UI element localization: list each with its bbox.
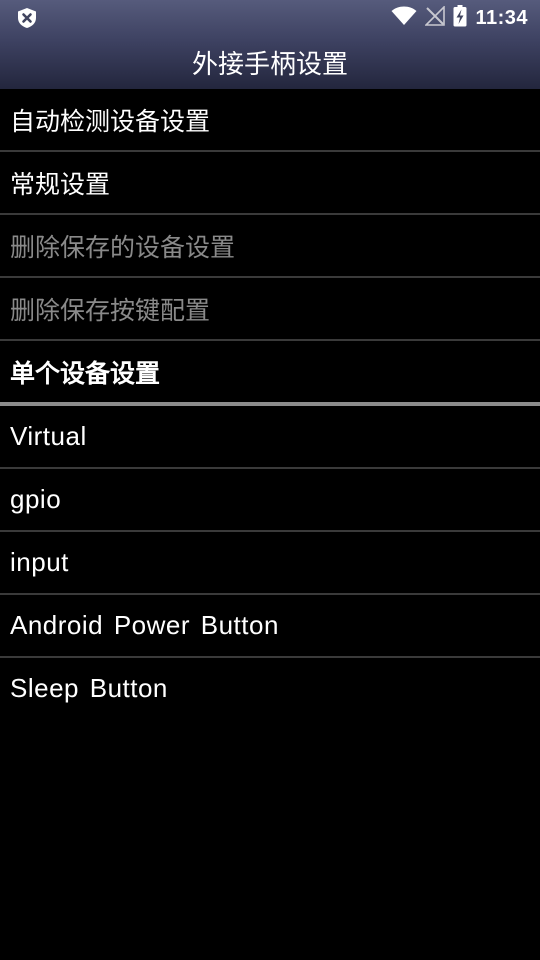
setting-label: 自动检测设备设置 <box>10 106 211 136</box>
setting-label: 删除保存按键配置 <box>10 295 211 325</box>
device-label: Virtual <box>10 421 87 451</box>
device-label: gpio <box>10 484 62 514</box>
status-bar: 11:34 <box>0 0 540 36</box>
setting-label: 删除保存的设备设置 <box>10 232 236 262</box>
wifi-icon <box>391 6 417 30</box>
shield-x-icon <box>16 7 38 29</box>
settings-list: 自动检测设备设置 常规设置 删除保存的设备设置 删除保存按键配置 单个设备设置 … <box>0 89 540 719</box>
device-item-android-power-button[interactable]: Android Power Button <box>0 595 540 658</box>
screen: 11:34 外接手柄设置 自动检测设备设置 常规设置 删除保存的设备设置 删除保… <box>0 0 540 960</box>
device-item-gpio[interactable]: gpio <box>0 469 540 532</box>
status-time: 11:34 <box>475 6 528 29</box>
app-header: 11:34 外接手柄设置 <box>0 0 540 89</box>
setting-delete-saved-device: 删除保存的设备设置 <box>0 215 540 278</box>
device-label: input <box>10 547 69 577</box>
device-item-sleep-button[interactable]: Sleep Button <box>0 658 540 719</box>
setting-label: 常规设置 <box>10 169 111 199</box>
battery-charging-icon <box>453 5 467 31</box>
no-signal-icon <box>424 5 446 30</box>
device-label: Android Power Button <box>10 610 279 640</box>
setting-auto-detect[interactable]: 自动检测设备设置 <box>0 89 540 152</box>
setting-general[interactable]: 常规设置 <box>0 152 540 215</box>
page-title: 外接手柄设置 <box>191 50 348 80</box>
section-header-device-settings: 单个设备设置 <box>0 341 540 406</box>
device-item-input[interactable]: input <box>0 532 540 595</box>
device-label: Sleep Button <box>10 673 168 703</box>
setting-delete-saved-keymap: 删除保存按键配置 <box>0 278 540 341</box>
status-icons: 11:34 <box>391 0 528 36</box>
title-bar: 外接手柄设置 <box>0 36 540 89</box>
device-item-virtual[interactable]: Virtual <box>0 406 540 469</box>
section-title: 单个设备设置 <box>10 358 161 388</box>
